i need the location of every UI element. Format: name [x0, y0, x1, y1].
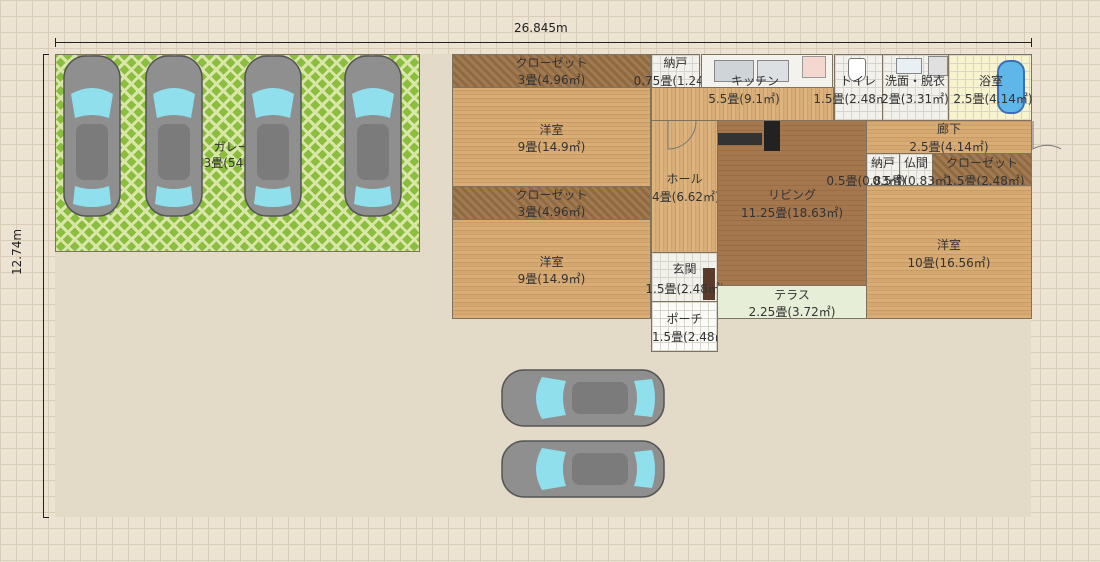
closet-mid-area: 3畳(4.96㎡) — [517, 205, 586, 219]
hall-name: ホール — [666, 172, 703, 186]
lot-area-upper — [420, 54, 452, 252]
width-dim-tick-right — [1031, 38, 1032, 47]
western3-area: 10畳(16.56㎡) — [907, 256, 991, 270]
bath-name: 浴室 — [978, 74, 1003, 88]
porch-area: 1.5畳(2.48㎡) — [652, 330, 717, 344]
western1-name: 洋室 — [539, 123, 564, 137]
living-name: リビング — [767, 188, 816, 202]
room-closet-mid[interactable]: クローゼット 3畳(4.96㎡) — [452, 186, 651, 220]
closet-mid-name: クローゼット — [515, 188, 588, 202]
room-terrace[interactable]: テラス 2.25畳(3.72㎡) — [717, 285, 867, 319]
bath-area: 2.5畳(4.14㎡) — [953, 92, 1033, 106]
height-dim-tick-top — [43, 54, 49, 55]
height-dim-tick-bottom — [43, 517, 49, 518]
hall-area: 4畳(6.62㎡) — [652, 190, 718, 204]
cabinet-icon — [764, 121, 780, 151]
western1-area: 9畳(14.9㎡) — [517, 140, 586, 154]
closet-right-name: クローゼット — [945, 156, 1018, 170]
width-dimension-label: 26.845m — [514, 21, 568, 35]
living-area: 11.25畳(18.63㎡) — [740, 206, 844, 220]
width-dimension-line — [55, 42, 1032, 43]
corridor-name: 廊下 — [936, 122, 961, 136]
storage1-name: 納戸 — [663, 56, 688, 70]
corridor-area: 2.5畳(4.14㎡) — [909, 140, 989, 154]
room-western-1[interactable]: 洋室 9畳(14.9㎡) — [452, 87, 651, 187]
terrace-name: テラス — [774, 288, 810, 302]
height-dimension-line — [43, 54, 44, 518]
door-swing-icon — [1032, 121, 1062, 150]
room-western-3[interactable]: 洋室 10畳(16.56㎡) — [866, 185, 1032, 319]
kitchen-area: 5.5畳(9.1㎡) — [708, 92, 780, 106]
western3-name: 洋室 — [936, 238, 961, 252]
car-icon — [244, 55, 302, 217]
height-dimension-label: 12.74m — [10, 228, 24, 275]
western2-area: 9畳(14.9㎡) — [517, 272, 586, 286]
tv-icon — [718, 133, 762, 145]
car-icon — [501, 369, 665, 427]
washbasin-icon — [896, 58, 922, 74]
floor-plan: 26.845m 12.74m ガレージ 33畳(54.65㎡) クローゼット 3… — [0, 0, 1100, 562]
width-dim-tick-left — [55, 38, 56, 47]
car-icon — [501, 440, 665, 498]
western2-name: 洋室 — [539, 255, 564, 269]
room-corridor[interactable]: 廊下 2.5畳(4.14㎡) — [866, 120, 1032, 154]
car-icon — [344, 55, 402, 217]
closet-top-name: クローゼット — [515, 56, 588, 70]
car-icon — [63, 55, 121, 217]
room-western-2[interactable]: 洋室 9畳(14.9㎡) — [452, 219, 651, 319]
kitchen-name: キッチン — [730, 74, 779, 88]
porch-name: ポーチ — [666, 312, 703, 326]
room-porch[interactable]: ポーチ 1.5畳(2.48㎡) — [651, 301, 718, 352]
terrace-area: 2.25畳(3.72㎡) — [748, 305, 836, 319]
car-icon — [145, 55, 203, 217]
closet-top-area: 3畳(4.96㎡) — [517, 73, 586, 87]
room-closet-top[interactable]: クローゼット 3畳(4.96㎡) — [452, 54, 651, 88]
door-swing-icon — [667, 120, 697, 150]
